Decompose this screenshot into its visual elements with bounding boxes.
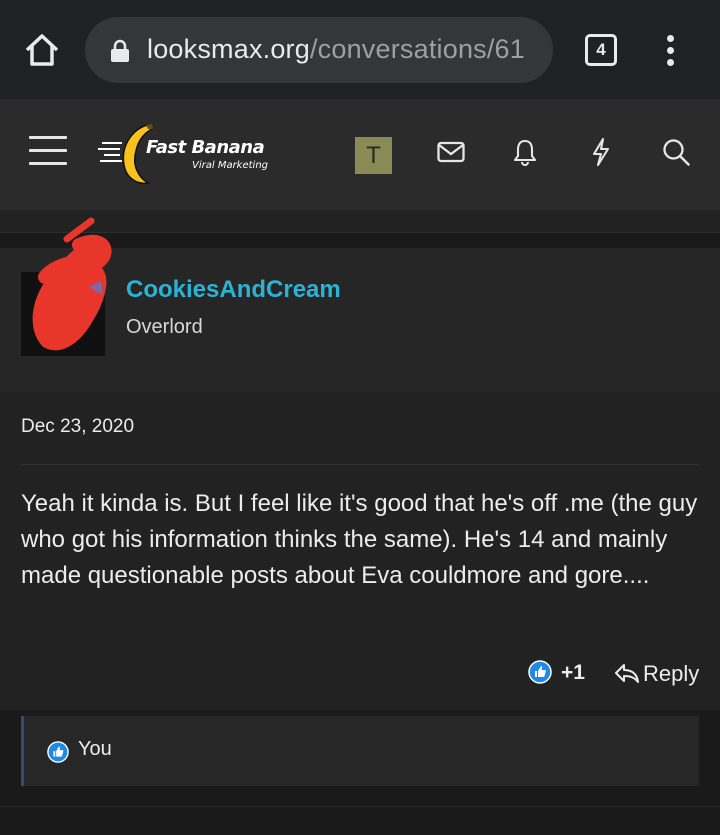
search-icon[interactable] [661, 137, 691, 167]
reply-icon [615, 664, 639, 683]
home-icon[interactable] [22, 30, 62, 70]
reply-label: Reply [643, 661, 700, 686]
message-date[interactable]: Dec 23, 2020 [21, 416, 134, 438]
logo-title: Fast Banana [146, 137, 265, 158]
user-avatar[interactable] [21, 217, 112, 356]
account-avatar[interactable]: T [355, 137, 392, 174]
lock-icon [111, 39, 129, 62]
lightning-icon[interactable] [586, 137, 616, 167]
hamburger-menu-icon[interactable] [29, 136, 67, 168]
bell-icon[interactable] [510, 137, 540, 167]
like-icon [47, 741, 69, 763]
message-text: Yeah it kinda is. But I feel like it's g… [21, 490, 698, 589]
envelope-icon[interactable] [436, 137, 466, 167]
reacted-by-label: You [78, 738, 112, 760]
site-logo[interactable]: Fast Banana Viral Marketing [98, 121, 283, 187]
url-text: looksmax.org/conversations/61 [147, 34, 525, 64]
reaction-count[interactable]: +1 [561, 661, 585, 685]
like-reaction-icon[interactable] [528, 660, 552, 684]
divider [0, 806, 720, 807]
logo-subtitle: Viral Marketing [192, 160, 269, 171]
address-bar[interactable]: looksmax.org/conversations/61 [85, 17, 553, 83]
divider [21, 464, 699, 465]
message-username[interactable]: CookiesAndCream [126, 276, 341, 304]
red-scribble-overlay [32, 217, 112, 351]
tab-switcher-button[interactable]: 4 [585, 34, 617, 66]
reactions-bar[interactable]: You [21, 716, 699, 786]
browser-menu-icon[interactable] [664, 35, 676, 67]
user-title: Overlord [126, 316, 203, 338]
